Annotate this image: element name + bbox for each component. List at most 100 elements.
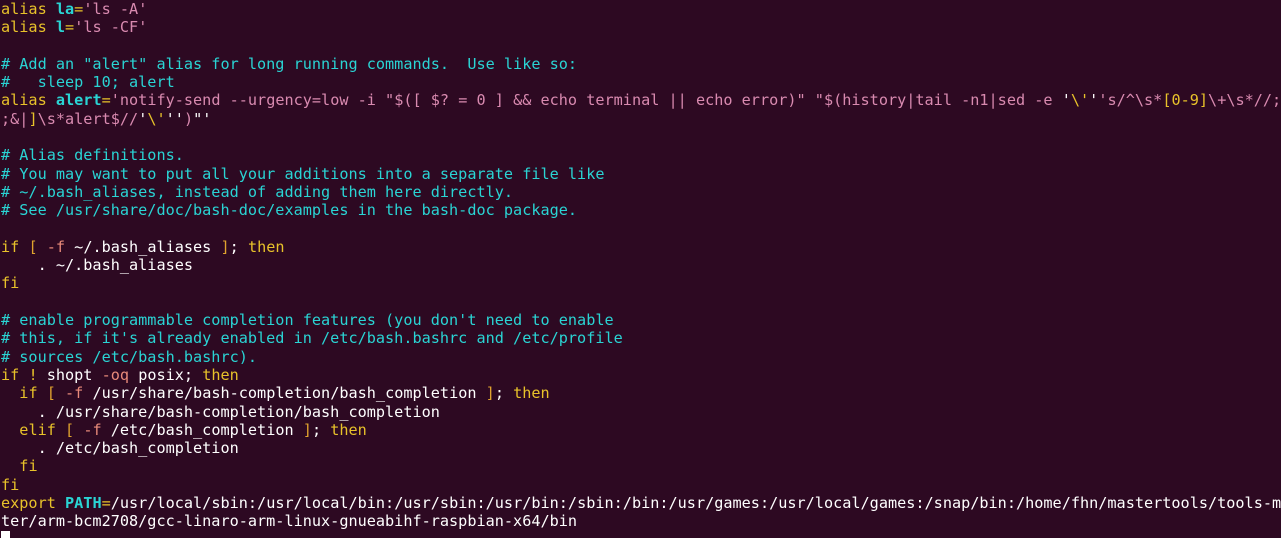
code-token-keyword: fi [1, 475, 20, 494]
code-token-keyword: then [202, 365, 239, 384]
code-token-keyword: fi [1, 274, 20, 293]
code-token-bracket: ] [220, 237, 230, 256]
code-token-assign: = [74, 0, 84, 18]
code-token-default: /etc/bash_completion [110, 420, 303, 439]
terminal-line: if [ -f ~/.bash_aliases ]; then [0, 238, 1281, 256]
code-token-bracket: [ [65, 420, 75, 439]
code-token-keyword: fi [19, 457, 38, 476]
terminal-line: . ~/.bash_aliases [0, 256, 1281, 274]
terminal-line: alias la='ls -A' [0, 0, 1281, 18]
terminal-window[interactable]: alias la='ls -A' alias l='ls -CF' # Add an… [0, 0, 1281, 538]
code-token-var: PATH [65, 494, 102, 513]
code-token-flag: -f [37, 237, 75, 256]
code-token-keyword: alias [1, 18, 56, 37]
code-token-flag: -oq [101, 365, 130, 384]
terminal-line: # Alias definitions. [0, 146, 1281, 164]
terminal-line: # enable programmable completion feature… [0, 311, 1281, 329]
code-token-string: \s*alert$// [37, 109, 139, 128]
code-token-comment: # ~/.bash_aliases, instead of adding the… [1, 182, 514, 201]
terminal-line: alias alert='notify-send --urgency=low -… [0, 91, 1281, 109]
code-token-flag: -f [55, 384, 93, 403]
code-token-bracket: ] [485, 384, 495, 403]
terminal-screen[interactable]: alias la='ls -A' alias l='ls -CF' # Add an… [0, 0, 1281, 538]
code-token-comment: # Alias definitions. [1, 146, 184, 165]
code-token-flag: -f [74, 420, 111, 439]
code-token-keyword: elif [19, 420, 66, 439]
code-token-comment: # See /usr/share/doc/bash-doc/examples i… [1, 201, 578, 220]
code-token-string: 'notify-send --urgency=low -i "$([ $? = … [110, 91, 1062, 110]
terminal-line: # this, if it's already enabled in /etc/… [0, 329, 1281, 347]
terminal-line: # ~/.bash_aliases, instead of adding the… [0, 183, 1281, 201]
terminal-line: ;&|]\s*alert$//'\''')"' [0, 110, 1281, 128]
code-token-var: l [55, 18, 66, 37]
terminal-line: # Add an "alert" alias for long running … [0, 55, 1281, 73]
code-token-default: ; [229, 237, 248, 256]
terminal-line: # See /usr/share/doc/bash-doc/examples i… [0, 201, 1281, 219]
code-token-keyword: alias [1, 91, 56, 110]
code-token-keyword: then [247, 237, 285, 256]
code-token-comment: # enable programmable completion feature… [1, 311, 614, 330]
code-token-op: ) [183, 109, 194, 128]
code-token-default: shopt [46, 365, 102, 384]
code-token-default: ; [494, 384, 514, 403]
code-token-var: alert [55, 91, 102, 110]
terminal-line: # You may want to put all your additions… [0, 165, 1281, 183]
code-token-string: \+\s*//;s/[ [1208, 91, 1281, 110]
code-token-default [1, 421, 19, 439]
code-token-num: [0-9] [1162, 91, 1209, 110]
code-token-comment: # this, if it's already enabled in /etc/… [1, 329, 623, 348]
terminal-line [0, 530, 1281, 538]
code-token-keyword: ! [28, 365, 47, 384]
code-token-string: 'ls -A' [83, 0, 148, 18]
terminal-line: elif [ -f /etc/bash_completion ]; then [0, 421, 1281, 439]
code-token-string: ;&| [1, 109, 29, 128]
code-token-assign: = [65, 18, 75, 37]
code-token-default: . ~/.bash_aliases [1, 256, 194, 275]
code-token-default: ter/arm-bcm2708/gcc-linaro-arm-linux-gnu… [1, 512, 578, 531]
code-token-default: . /usr/share/bash-completion/bash_comple… [1, 402, 440, 421]
code-token-default: . /etc/bash_completion [1, 439, 239, 458]
code-token-default: "' [193, 109, 212, 128]
code-token-keyword: if [19, 384, 47, 403]
terminal-line: export PATH=/usr/local/sbin:/usr/local/b… [0, 494, 1281, 512]
code-token-esc: \' [147, 109, 166, 128]
code-token-num: ] [28, 109, 38, 128]
terminal-line: # sources /etc/bash.bashrc). [0, 348, 1281, 366]
code-token-bracket: ] [302, 420, 312, 439]
code-token-keyword: if [1, 237, 29, 256]
terminal-line: if [ -f /usr/share/bash-completion/bash_… [0, 384, 1281, 402]
code-token-default: /usr/local/sbin:/usr/local/bin:/usr/sbin… [110, 494, 1281, 513]
code-token-comment: # sleep 10; alert [1, 73, 175, 92]
code-token-default: ' [138, 109, 148, 128]
code-token-bracket: [ [46, 384, 56, 403]
code-token-comment: # sources /etc/bash.bashrc). [1, 347, 258, 366]
code-token-esc: \' [1070, 91, 1090, 110]
terminal-line: ter/arm-bcm2708/gcc-linaro-arm-linux-gnu… [0, 512, 1281, 530]
terminal-line: alias l='ls -CF' [0, 18, 1281, 36]
terminal-line: fi [0, 476, 1281, 494]
terminal-line: fi [0, 457, 1281, 475]
code-token-default: ' [1061, 91, 1071, 110]
code-token-default [1, 384, 19, 402]
code-token-assign: = [101, 494, 111, 513]
terminal-line: . /usr/share/bash-completion/bash_comple… [0, 403, 1281, 421]
code-token-comment: # You may want to put all your additions… [1, 164, 605, 183]
terminal-line: # sleep 10; alert [0, 73, 1281, 91]
text-cursor [1, 530, 11, 538]
code-token-keyword: alias [1, 0, 56, 18]
code-token-bracket: [ [28, 237, 38, 256]
code-token-keyword: then [330, 420, 367, 439]
code-token-string: 'ls -CF' [74, 18, 148, 37]
code-token-default: posix; [129, 365, 203, 384]
code-token-default: '' [165, 109, 184, 128]
terminal-line: . /etc/bash_completion [0, 439, 1281, 457]
code-token-keyword: then [513, 384, 550, 403]
code-token-string: 's/^\s* [1098, 91, 1163, 110]
code-token-assign: = [101, 91, 111, 110]
code-token-default: ; [311, 420, 331, 439]
code-token-default: ' [1089, 91, 1099, 110]
